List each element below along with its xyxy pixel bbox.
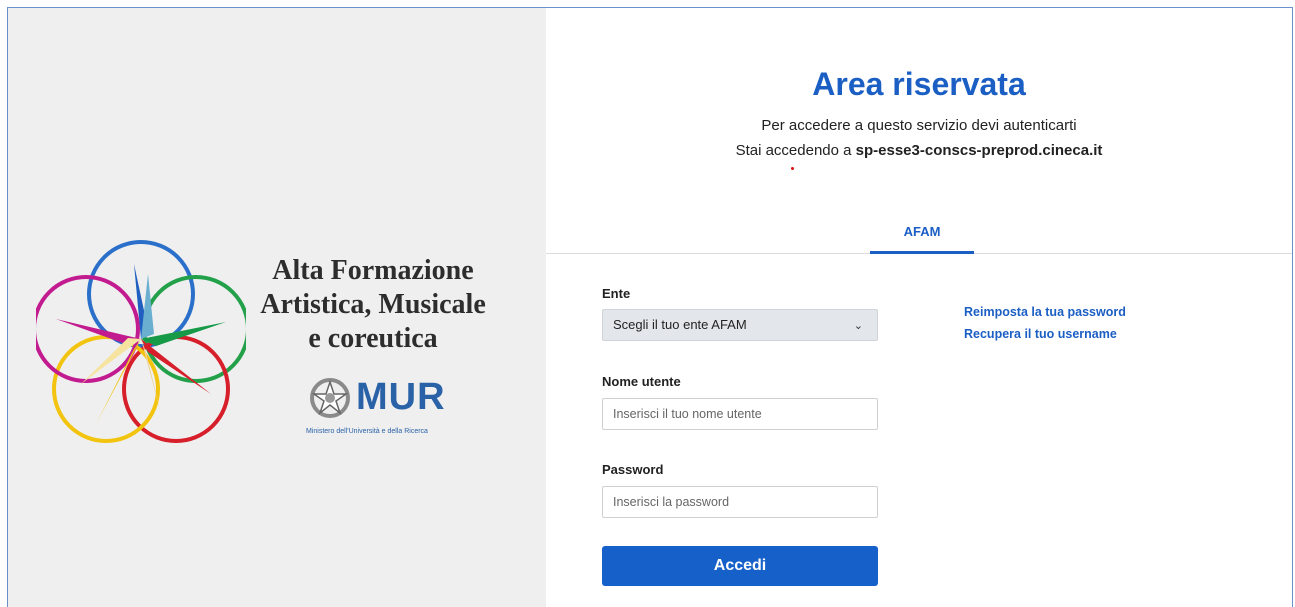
mur-wordmark: MUR: [356, 376, 446, 418]
username-label: Nome utente: [602, 374, 681, 389]
tab-afam[interactable]: AFAM: [870, 221, 974, 254]
red-dot-mark: [791, 167, 794, 170]
afam-star-logo: [36, 240, 246, 443]
republic-emblem-icon: [310, 378, 350, 418]
recover-username-link[interactable]: Recupera il tuo username: [964, 323, 1126, 345]
mur-subtitle: Ministero dell'Università e della Ricerc…: [306, 428, 428, 435]
chevron-down-icon: ⌄: [853, 320, 863, 332]
brand-title-line: Alta Formazione: [272, 255, 474, 286]
ente-label: Ente: [602, 286, 631, 301]
username-input[interactable]: [602, 398, 878, 430]
password-label: Password: [602, 462, 664, 477]
reset-password-link[interactable]: Reimposta la tua password: [964, 301, 1126, 323]
account-links: Reimposta la tua password Recupera il tu…: [964, 301, 1126, 345]
password-input[interactable]: [602, 486, 878, 518]
accessing-service-text: Stai accedendo a sp-esse3-conscs-preprod…: [546, 142, 1292, 159]
ente-select[interactable]: Scegli il tuo ente AFAM ⌄: [602, 309, 878, 341]
service-host: sp-esse3-conscs-preprod.cineca.it: [855, 142, 1103, 159]
ente-select-value: Scegli il tuo ente AFAM: [613, 317, 747, 332]
branding-panel: Alta Formazione Artistica, Musicale e co…: [8, 8, 546, 607]
page-frame: Alta Formazione Artistica, Musicale e co…: [7, 7, 1293, 607]
auth-required-text: Per accedere a questo servizio devi aute…: [761, 117, 1077, 134]
brand-title-line: Artistica, Musicale: [260, 289, 486, 320]
mur-logo: MUR Ministero dell'Università e della Ri…: [304, 374, 464, 444]
accessing-prefix: Stai accedendo a: [735, 142, 856, 159]
login-button[interactable]: Accedi: [602, 546, 878, 586]
brand-title: Alta Formazione Artistica, Musicale e co…: [238, 254, 508, 356]
page-title: Area riservata: [812, 66, 1026, 102]
brand-title-line: e coreutica: [308, 323, 438, 354]
login-panel: Area riservata Per accedere a questo ser…: [546, 8, 1292, 607]
